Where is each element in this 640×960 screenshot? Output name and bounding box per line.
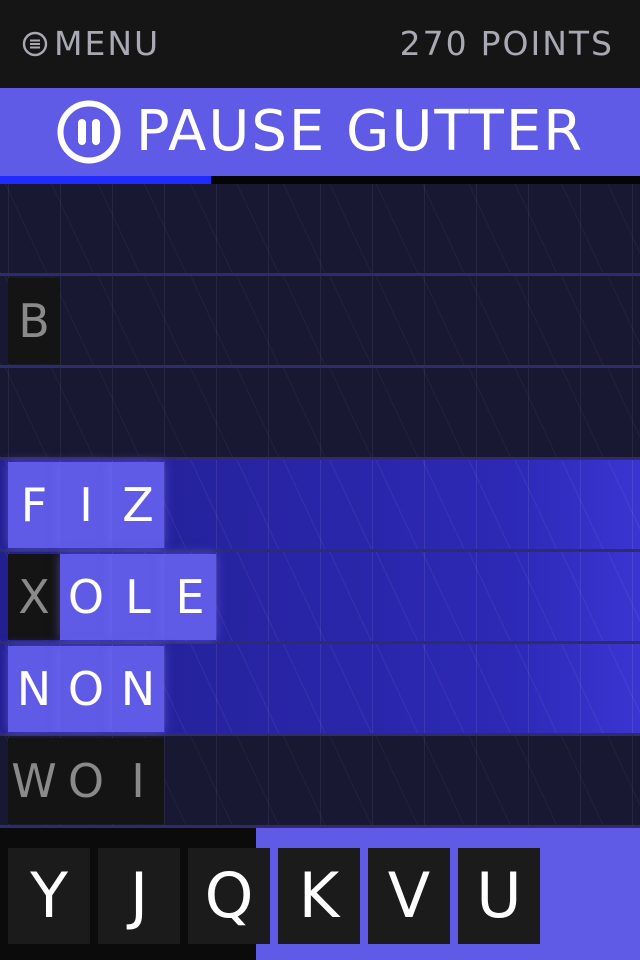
rack-letter-tile[interactable]: V [368, 848, 450, 944]
game-board: BFIZXOLENONWOI [0, 184, 640, 828]
score-label: POINTS [480, 24, 614, 63]
list-circle-icon [22, 31, 48, 57]
letter-tile: L [112, 554, 164, 640]
board-row[interactable]: FIZ [0, 460, 640, 552]
letter-tile: O [60, 646, 112, 732]
menu-button[interactable]: MENU [22, 24, 160, 64]
board-row[interactable]: B [0, 276, 640, 368]
board-row[interactable] [0, 184, 640, 276]
menu-label: MENU [54, 24, 161, 63]
letter-tile: I [60, 462, 112, 548]
letter-rack: YJQKVU [0, 828, 640, 960]
game-screen: MENU 270 POINTS PAUSE GUTTER BFIZXOLENON… [0, 0, 640, 960]
board-row[interactable] [0, 368, 640, 460]
rack-letter-tile[interactable]: U [458, 848, 540, 944]
top-bar: MENU 270 POINTS [0, 0, 640, 88]
pause-label: PAUSE GUTTER [135, 99, 585, 164]
letter-tile: F [8, 462, 60, 548]
letter-tile: E [164, 554, 216, 640]
dead-letter-tile: I [112, 738, 164, 824]
letter-tile: O [60, 554, 112, 640]
progress-fill [0, 176, 211, 184]
letter-tile: N [8, 646, 60, 732]
dead-letter-tile: W [8, 738, 60, 824]
rack-letter-tile[interactable]: K [278, 848, 360, 944]
pause-gutter-button[interactable]: PAUSE GUTTER [0, 88, 640, 176]
dead-letter-tile: B [8, 278, 60, 364]
dead-letter-tile: O [60, 738, 112, 824]
letter-tile: N [112, 646, 164, 732]
dead-letter-tile: X [8, 554, 60, 640]
score-display: 270 POINTS [400, 24, 614, 64]
progress-bar [0, 176, 640, 184]
board-row[interactable]: WOI [0, 736, 640, 828]
letter-tile: Z [112, 462, 164, 548]
rack-letter-tile[interactable]: Y [8, 848, 90, 944]
rack-letter-tile[interactable]: Q [188, 848, 270, 944]
board-row[interactable]: NON [0, 644, 640, 736]
rack-letter-tile[interactable]: J [98, 848, 180, 944]
score-value: 270 [399, 24, 469, 63]
pause-circle-icon [57, 100, 121, 164]
board-row[interactable]: XOLE [0, 552, 640, 644]
